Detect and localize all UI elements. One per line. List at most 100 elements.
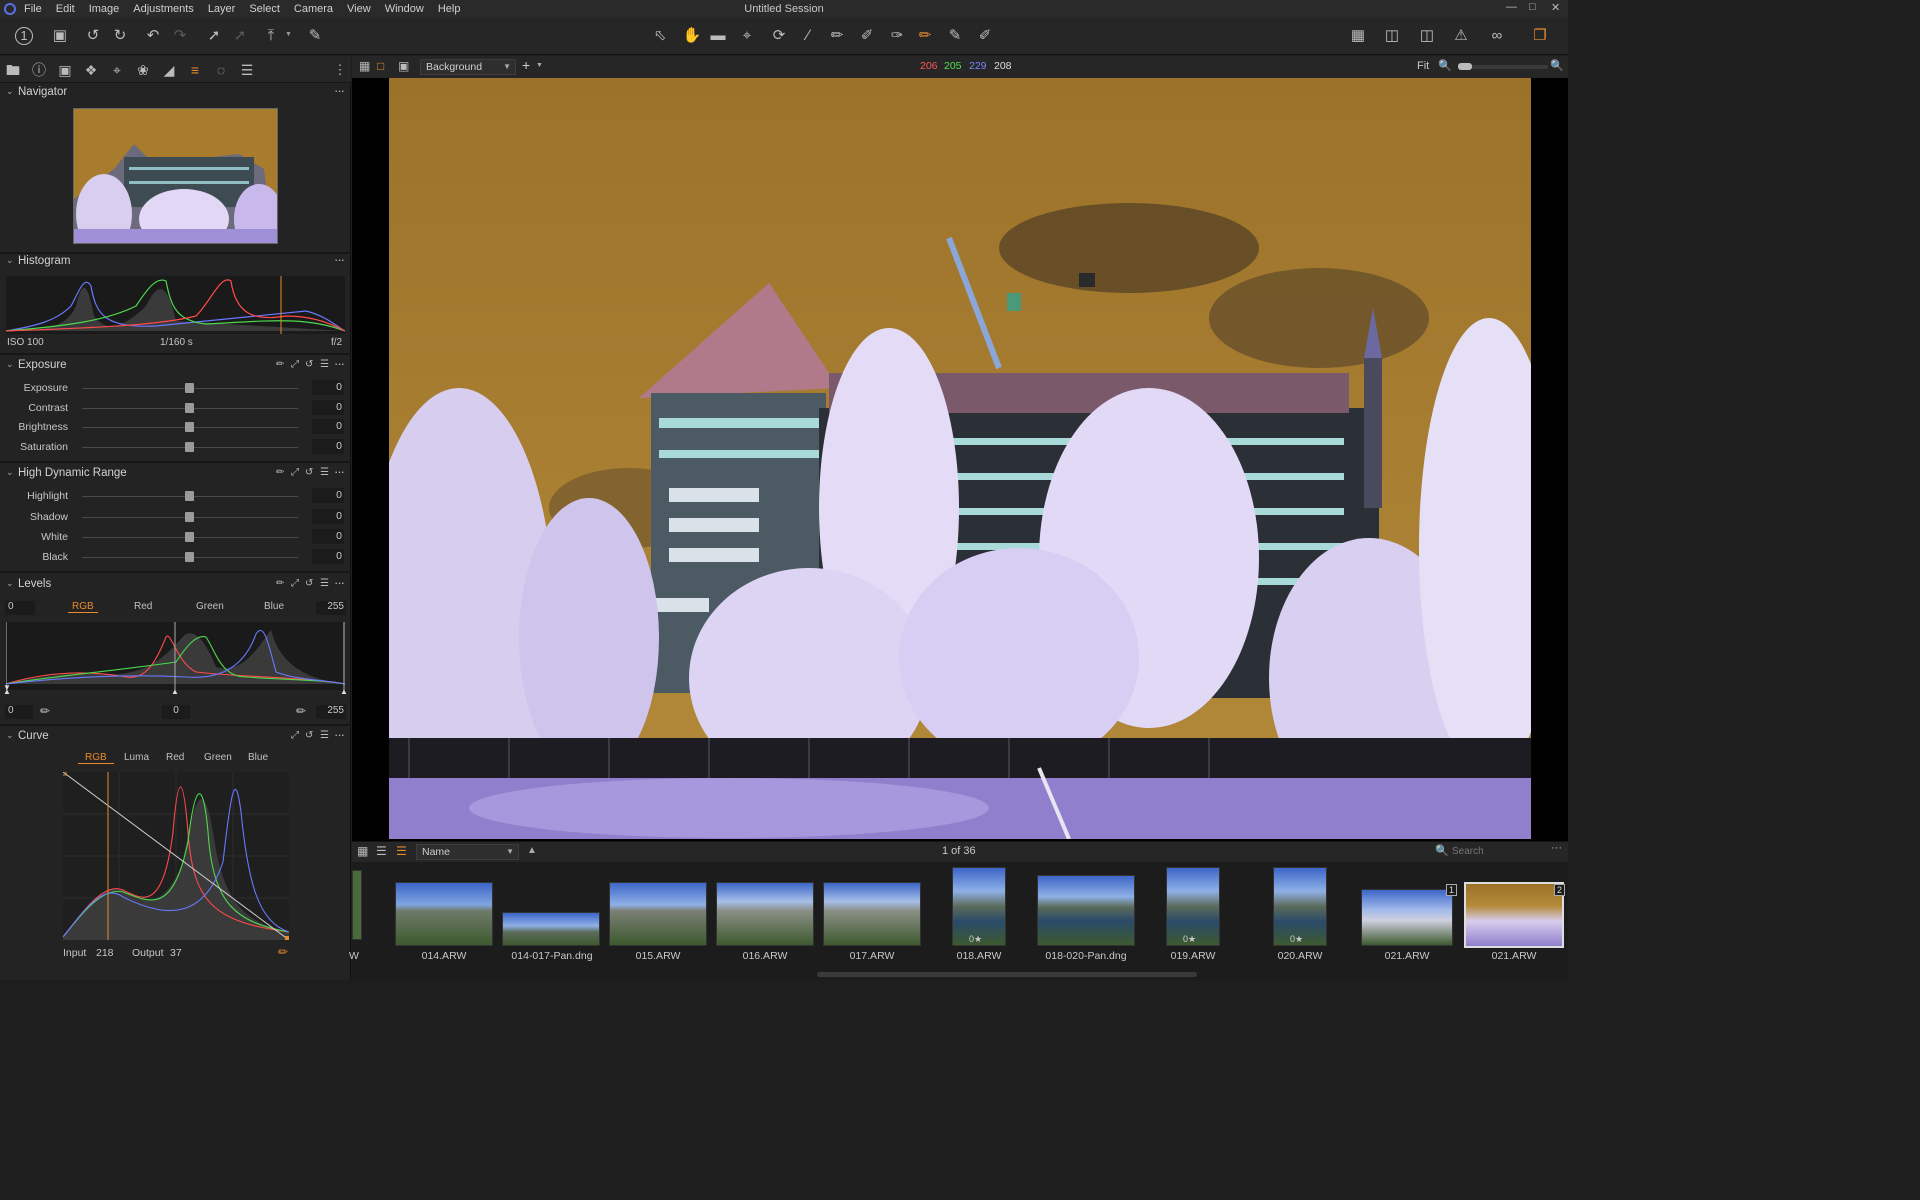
levels-tab-blue[interactable]: Blue xyxy=(264,601,284,612)
menu-adjustments[interactable]: Adjustments xyxy=(133,3,194,15)
saturation-value[interactable]: 0 xyxy=(312,439,344,454)
reset-icon[interactable]: ↺ xyxy=(305,467,313,478)
layer-select[interactable]: Background ▼ xyxy=(420,59,516,75)
menu-view[interactable]: View xyxy=(347,3,371,15)
add-layer-icon[interactable]: + xyxy=(522,57,530,73)
preview-icon[interactable]: ▣ xyxy=(398,59,409,73)
close-icon[interactable]: ✕ xyxy=(1551,1,1560,14)
minimize-icon[interactable]: — xyxy=(1506,1,1517,13)
more-icon[interactable]: ··· xyxy=(334,575,345,590)
sort-select[interactable]: Name ▼ xyxy=(416,844,519,860)
menu-select[interactable]: Select xyxy=(249,3,280,15)
levels-output-low-handle[interactable]: ▲ xyxy=(3,687,11,696)
gradient-tool-icon[interactable]: ✎ xyxy=(945,26,965,46)
white-picker-icon[interactable]: ✏ xyxy=(296,704,306,718)
levels-header[interactable]: ⌄ Levels ✏ ⤢ ↺ ☰ ··· xyxy=(0,575,351,595)
crop-tool-icon[interactable]: ⌖ xyxy=(737,26,757,46)
chevron-down-icon[interactable]: ⌄ xyxy=(6,86,14,97)
more-icon[interactable]: ··· xyxy=(334,464,345,479)
menu-window[interactable]: Window xyxy=(385,3,424,15)
crop-tab-icon[interactable]: ⌖ xyxy=(108,61,126,79)
hdr-header[interactable]: ⌄ High Dynamic Range ✏ ⤢ ↺ ☰ ··· xyxy=(0,464,351,484)
rotate-right-icon[interactable]: ↻ xyxy=(110,26,130,46)
glasses-icon[interactable]: ∞ xyxy=(1483,26,1511,46)
grid-view-icon[interactable]: ▦ xyxy=(357,844,368,858)
levels-tab-green[interactable]: Green xyxy=(196,601,224,612)
filmstrip-view-icon[interactable]: ☰ xyxy=(396,844,407,858)
menu-layer[interactable]: Layer xyxy=(208,3,236,15)
details-tab-icon[interactable]: ◌ xyxy=(212,61,230,79)
grid-icon[interactable]: ▦ xyxy=(1348,26,1368,46)
heal-tool-icon[interactable]: ✐ xyxy=(857,26,877,46)
slider-handle[interactable] xyxy=(185,491,194,501)
grid-view-icon[interactable]: ▦ xyxy=(359,59,370,73)
menu-icon[interactable]: ☰ xyxy=(320,359,329,370)
black-value[interactable]: 0 xyxy=(312,549,344,564)
navigator-header[interactable]: ⌄ Navigator ··· xyxy=(0,83,351,103)
levels-tab-rgb[interactable]: RGB xyxy=(68,601,98,613)
redo-icon[interactable]: ↷ xyxy=(170,26,190,46)
search-input[interactable] xyxy=(1450,844,1545,859)
curve-plot[interactable] xyxy=(59,768,291,942)
star-rating[interactable]: 0★ xyxy=(1183,934,1196,945)
curve-tab-blue[interactable]: Blue xyxy=(248,752,268,763)
process-dim-icon[interactable]: ➚ xyxy=(230,26,250,46)
chevron-down-icon[interactable]: ⌄ xyxy=(6,578,14,589)
rotate-tool-icon[interactable]: ⟳ xyxy=(769,26,789,46)
adjustments-tab-icon[interactable]: ≡ xyxy=(186,61,204,79)
more-icon[interactable]: ··· xyxy=(334,252,345,267)
levels-tab-red[interactable]: Red xyxy=(134,601,152,612)
brush-icon[interactable]: ✎ xyxy=(305,26,325,46)
histogram-header[interactable]: ⌄ Histogram ··· xyxy=(0,252,351,272)
levels-input-low[interactable]: 0 xyxy=(5,601,35,615)
reset-icon[interactable]: ↺ xyxy=(305,359,313,370)
curve-header[interactable]: ⌄ Curve ⤢ ↺ ☰ ··· xyxy=(0,727,351,747)
compare-icon[interactable]: ◫ xyxy=(1417,26,1437,46)
search-icon[interactable]: 🔍 xyxy=(1435,844,1449,857)
exposure-header[interactable]: ⌄ Exposure ✏ ⤢ ↺ ☰ ··· xyxy=(0,356,351,376)
menu-icon[interactable]: ☰ xyxy=(320,467,329,478)
reset-icon[interactable]: ↺ xyxy=(305,730,313,741)
color-tab-icon[interactable]: ❀ xyxy=(134,61,152,79)
zoom-fit-label[interactable]: Fit xyxy=(1417,60,1429,72)
picker-icon[interactable]: ✏ xyxy=(276,359,284,370)
slider-handle[interactable] xyxy=(185,552,194,562)
chevron-down-icon[interactable]: ⌄ xyxy=(6,255,14,266)
picker-icon[interactable]: ✏ xyxy=(276,578,284,589)
white-value[interactable]: 0 xyxy=(312,529,344,544)
contrast-value[interactable]: 0 xyxy=(312,400,344,415)
app-icon[interactable] xyxy=(4,2,16,15)
shadow-value[interactable]: 0 xyxy=(312,509,344,524)
info-tab-icon[interactable]: ⓘ xyxy=(30,61,48,79)
slider-handle[interactable] xyxy=(185,403,194,413)
curve-picker-icon[interactable]: ✏ xyxy=(278,945,288,959)
guides-icon[interactable]: ◫ xyxy=(1382,26,1402,46)
chevron-down-icon[interactable]: ⌄ xyxy=(6,730,14,741)
slider-handle[interactable] xyxy=(185,532,194,542)
curve-input-value[interactable]: 218 xyxy=(96,947,114,959)
image-viewer[interactable] xyxy=(352,78,1568,841)
crop-mask-tool-icon[interactable]: ▬ xyxy=(708,26,728,46)
menu-image[interactable]: Image xyxy=(89,3,120,15)
levels-midtone[interactable]: 0 xyxy=(162,705,190,719)
undo-icon[interactable]: ↶ xyxy=(143,26,163,46)
camera-icon[interactable]: ▣ xyxy=(50,26,70,46)
curve-tab-green[interactable]: Green xyxy=(204,752,232,763)
star-rating[interactable]: 0★ xyxy=(1290,934,1303,945)
highlight-value[interactable]: 0 xyxy=(312,488,344,503)
exposure-tab-icon[interactable]: ◢ xyxy=(160,61,178,79)
filmstrip-scrollbar[interactable] xyxy=(817,972,1197,977)
levels-output-low[interactable]: 0 xyxy=(5,705,33,719)
more-icon[interactable]: ··· xyxy=(334,356,345,371)
more-icon[interactable]: ⋮ xyxy=(331,61,349,79)
hand-tool-icon[interactable]: ✋ xyxy=(682,26,702,46)
menu-edit[interactable]: Edit xyxy=(56,3,75,15)
chevron-down-icon[interactable]: ⌄ xyxy=(6,359,14,370)
menu-file[interactable]: File xyxy=(24,3,42,15)
library-tab-icon[interactable]: 🖿 xyxy=(4,61,22,79)
capture-one-icon[interactable]: 1 xyxy=(15,27,33,45)
export-icon[interactable]: ⤒ xyxy=(261,26,281,46)
curve-tab-rgb[interactable]: RGB xyxy=(78,752,114,764)
slider-handle[interactable] xyxy=(185,442,194,452)
sort-direction-icon[interactable]: ▲ xyxy=(527,845,537,856)
